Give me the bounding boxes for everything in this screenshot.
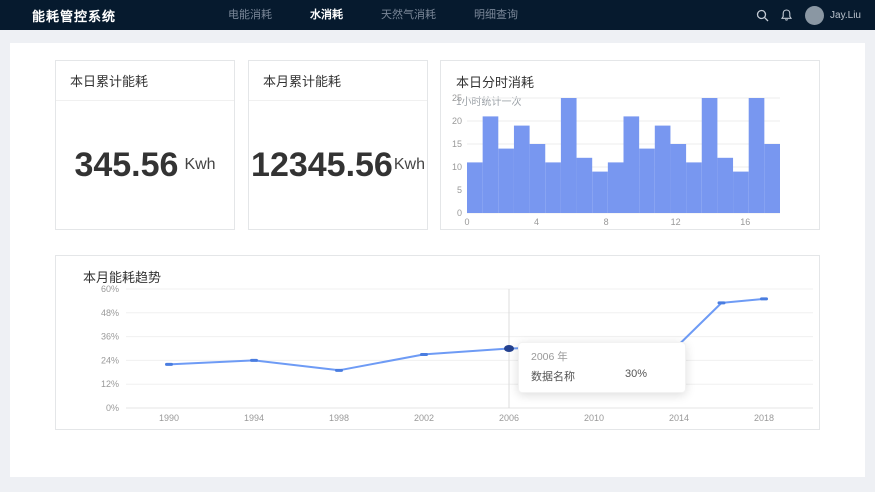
- card-monthly-total-body: 12345.56 Kwh: [249, 101, 427, 229]
- svg-text:12%: 12%: [101, 379, 119, 389]
- svg-text:2018: 2018: [754, 413, 774, 423]
- svg-text:15: 15: [452, 139, 462, 149]
- nav-item-water[interactable]: 水消耗: [310, 0, 343, 30]
- hourly-chart-title: 本日分时消耗: [441, 61, 819, 91]
- svg-text:2010: 2010: [584, 413, 604, 423]
- svg-text:2006: 2006: [499, 413, 519, 423]
- main-nav: 电能消耗 水消耗 天然气消耗 明细查询: [228, 0, 556, 30]
- svg-text:1990: 1990: [159, 413, 179, 423]
- svg-text:10: 10: [452, 162, 462, 172]
- svg-text:2014: 2014: [669, 413, 689, 423]
- svg-text:12: 12: [671, 217, 681, 227]
- navbar-right: Jay.Liu: [747, 6, 861, 25]
- svg-text:36%: 36%: [101, 332, 119, 342]
- search-icon[interactable]: [753, 6, 771, 24]
- svg-text:0%: 0%: [106, 403, 119, 413]
- daily-total-unit: Kwh: [184, 156, 215, 174]
- nav-item-detail-query[interactable]: 明细查询: [474, 0, 518, 30]
- user-name: Jay.Liu: [830, 10, 861, 21]
- svg-text:25: 25: [452, 93, 462, 103]
- card-monthly-total: 本月累计能耗 12345.56 Kwh: [248, 60, 428, 230]
- tooltip-series-name: 数据名称: [531, 368, 575, 384]
- svg-text:1998: 1998: [329, 413, 349, 423]
- card-monthly-total-title: 本月累计能耗: [249, 61, 427, 101]
- svg-text:20: 20: [452, 116, 462, 126]
- svg-text:0: 0: [457, 208, 462, 218]
- svg-text:16: 16: [740, 217, 750, 227]
- monthly-total-unit: Kwh: [394, 156, 425, 174]
- monthly-trend-line-chart[interactable]: 0% 12% 24% 36% 48% 60% 1990 1994 1998 2002 2006 201…: [71, 281, 816, 431]
- svg-text:1994: 1994: [244, 413, 264, 423]
- svg-text:5: 5: [457, 185, 462, 195]
- svg-text:24%: 24%: [101, 355, 119, 365]
- card-daily-total-body: 345.56 Kwh: [56, 101, 234, 229]
- tooltip-year: 2006 年: [531, 349, 673, 364]
- svg-text:48%: 48%: [101, 308, 119, 318]
- bell-icon[interactable]: [777, 6, 795, 24]
- card-daily-total-title: 本日累计能耗: [56, 61, 234, 101]
- daily-total-value: 345.56: [74, 146, 178, 185]
- chart-tooltip: 2006 年 数据名称 30%: [518, 342, 686, 393]
- svg-text:2002: 2002: [414, 413, 434, 423]
- svg-text:4: 4: [534, 217, 539, 227]
- svg-text:0: 0: [464, 217, 469, 227]
- svg-text:60%: 60%: [101, 284, 119, 294]
- app-title: 能耗管控系统: [32, 6, 116, 25]
- top-navbar: 能耗管控系统 电能消耗 水消耗 天然气消耗 明细查询 Jay.Liu: [0, 0, 875, 30]
- card-daily-total: 本日累计能耗 345.56 Kwh: [55, 60, 235, 230]
- card-monthly-trend: 本月能耗趋势 0%12%24%36%48%60%1990199419982002…: [55, 255, 820, 430]
- monthly-total-value: 12345.56: [251, 146, 393, 185]
- nav-item-electricity[interactable]: 电能消耗: [228, 0, 272, 30]
- avatar[interactable]: [805, 6, 824, 25]
- nav-item-gas[interactable]: 天然气消耗: [381, 0, 436, 30]
- hourly-bar-chart[interactable]: 0 5 10 15 20 25 0 4 8 12 16: [446, 93, 816, 228]
- content-panel: 本日累计能耗 345.56 Kwh 本月累计能耗 12345.56 Kwh 本日…: [10, 43, 865, 477]
- card-hourly-consumption: 本日分时消耗 1小时统计一次 05101520250481216: [440, 60, 820, 230]
- tooltip-value: 30%: [625, 368, 647, 384]
- svg-text:8: 8: [604, 217, 609, 227]
